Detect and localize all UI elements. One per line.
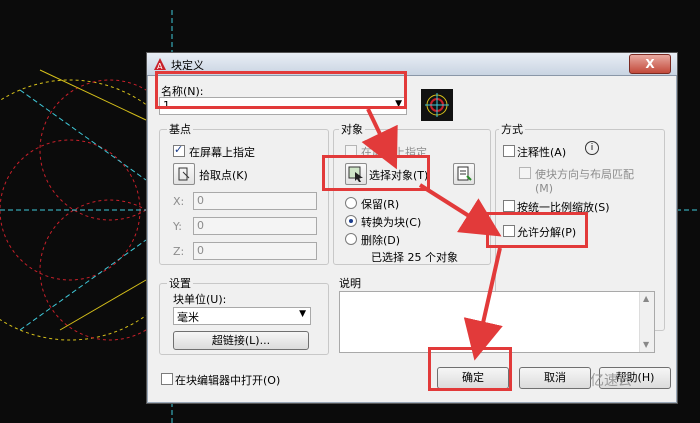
annotation-box-name <box>155 71 407 109</box>
quick-select-icon <box>457 166 472 181</box>
z-label: Z: <box>173 245 185 258</box>
annotation-box-allow-exploding <box>486 212 588 248</box>
y-input[interactable]: 0 <box>193 217 317 235</box>
pick-point-button[interactable] <box>173 163 195 185</box>
open-in-editor-checkbox[interactable] <box>161 373 173 385</box>
svg-text:A: A <box>157 62 163 71</box>
scale-uniformly-checkbox[interactable] <box>503 200 515 212</box>
pick-point-icon <box>178 167 190 181</box>
description-textarea[interactable]: ▲ ▼ <box>339 291 655 353</box>
base-specify-onscreen-checkbox[interactable] <box>173 143 185 157</box>
base-point-title: 基点 <box>167 121 193 137</box>
description-title: 说明 <box>339 277 361 290</box>
retain-radio[interactable] <box>345 197 357 209</box>
retain-label: 保留(R) <box>361 198 400 211</box>
close-icon: X <box>645 57 655 71</box>
block-unit-select[interactable]: 毫米 ▼ <box>173 307 311 325</box>
convert-to-block-label: 转换为块(C) <box>361 216 422 229</box>
open-in-editor-label: 在块编辑器中打开(O) <box>175 374 281 387</box>
x-label: X: <box>173 195 185 208</box>
delete-label: 删除(D) <box>361 234 401 247</box>
block-unit-value: 毫米 <box>177 311 199 324</box>
hyperlink-label: 超链接(L)... <box>211 334 271 347</box>
delete-radio[interactable] <box>345 233 357 245</box>
description-scrollbar[interactable]: ▲ ▼ <box>639 292 654 352</box>
annotation-box-ok <box>428 347 512 391</box>
info-icon[interactable]: i <box>585 141 599 155</box>
behavior-title: 方式 <box>499 121 525 137</box>
settings-title: 设置 <box>167 275 193 291</box>
annotative-checkbox[interactable] <box>503 145 515 157</box>
x-value: 0 <box>197 194 204 207</box>
cancel-label: 取消 <box>544 371 566 384</box>
x-input[interactable]: 0 <box>193 192 317 210</box>
scroll-down-icon: ▼ <box>643 340 650 349</box>
hyperlink-button[interactable]: 超链接(L)... <box>173 331 309 350</box>
objects-title: 对象 <box>339 121 365 137</box>
chevron-down-icon: ▼ <box>299 309 306 319</box>
z-input[interactable]: 0 <box>193 242 317 260</box>
close-button[interactable]: X <box>629 54 671 74</box>
match-orientation-checkbox[interactable] <box>519 167 531 179</box>
convert-to-block-radio[interactable] <box>345 215 357 227</box>
watermark-text: 亿速云 <box>590 373 632 389</box>
y-value: 0 <box>197 219 204 232</box>
pick-point-label: 拾取点(K) <box>199 169 248 182</box>
block-unit-label: 块单位(U): <box>173 293 227 306</box>
autocad-app-icon: A <box>154 58 166 71</box>
annotation-box-select-objects <box>322 155 430 191</box>
quick-select-button[interactable] <box>453 163 475 185</box>
selected-count-text: 已选择 25 个对象 <box>371 251 458 264</box>
match-orientation-label: 使块方向与布局匹配(M) <box>535 168 634 195</box>
base-specify-onscreen-label: 在屏幕上指定 <box>189 146 255 159</box>
y-label: Y: <box>173 220 182 233</box>
annotative-label: 注释性(A) <box>517 146 567 159</box>
z-value: 0 <box>197 244 204 257</box>
cancel-button[interactable]: 取消 <box>519 367 591 389</box>
block-preview-icon <box>421 89 453 121</box>
scroll-up-icon: ▲ <box>643 294 650 303</box>
